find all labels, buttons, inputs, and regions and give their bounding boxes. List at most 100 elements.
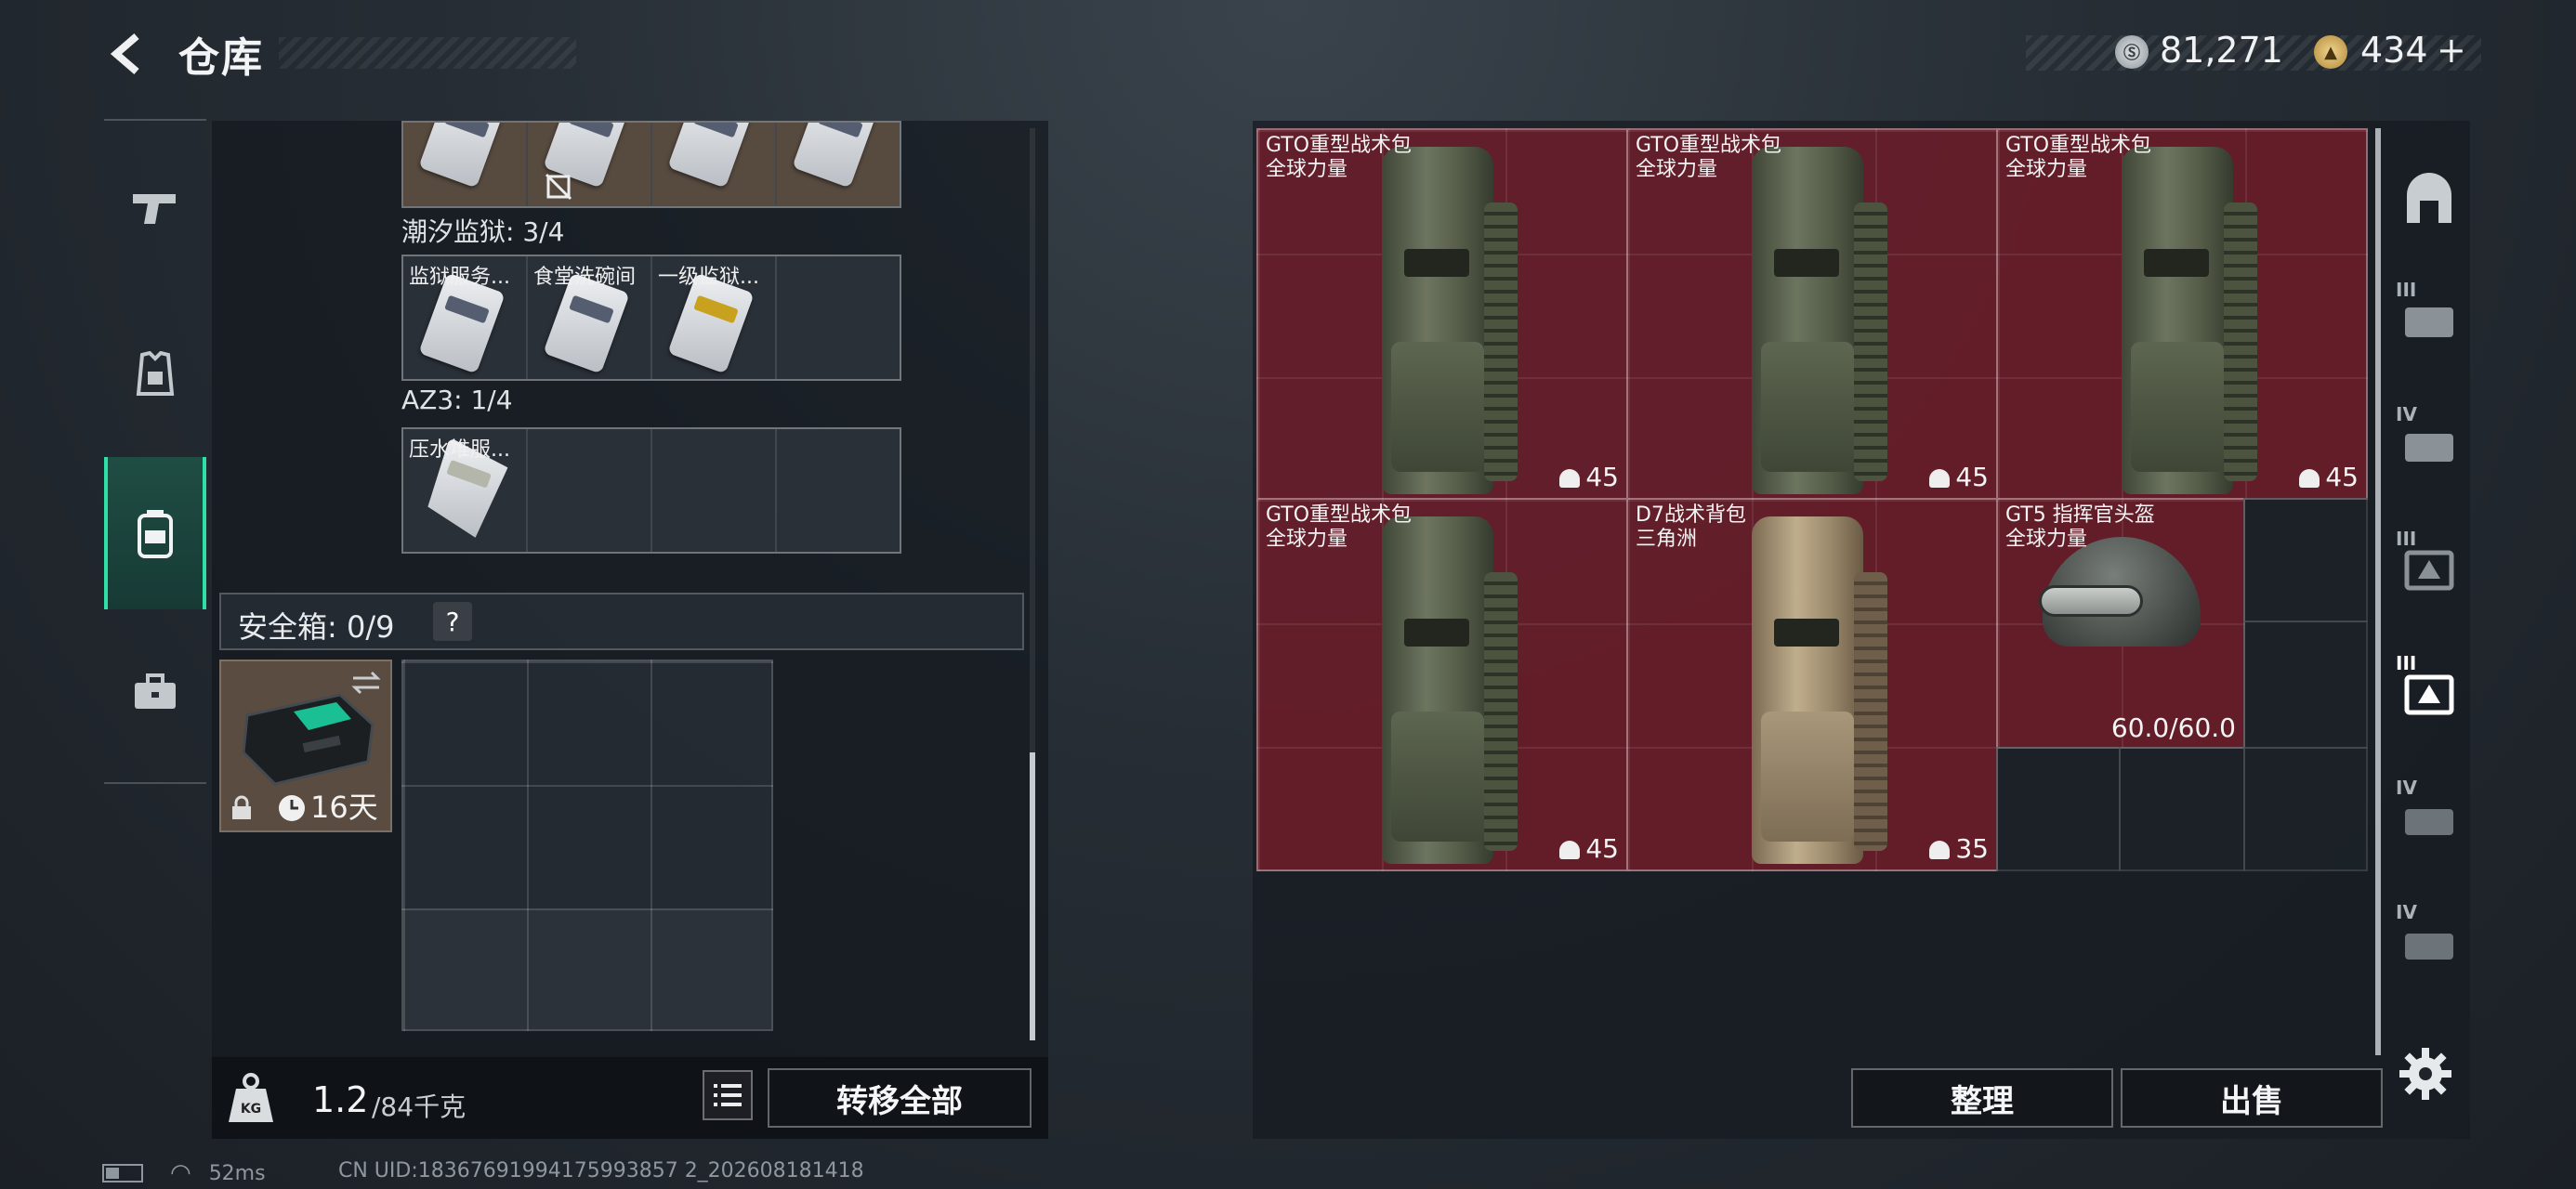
kg-label: KG (241, 1102, 261, 1117)
wifi-icon: ◠ (170, 1159, 191, 1187)
gold-coin-icon: ▲ (2314, 35, 2347, 69)
nav-backpack[interactable] (104, 457, 206, 609)
section-title-az3: AZ3: 1/4 (401, 385, 513, 415)
back-arrow-icon (110, 33, 139, 75)
empty-slot[interactable] (2243, 498, 2368, 622)
sell-button[interactable]: 出售 (2121, 1068, 2383, 1128)
stash-page-3[interactable]: IV (2385, 383, 2474, 505)
transfer-all-button[interactable]: 转移全部 (768, 1068, 1032, 1128)
item-name: GTO重型战术包 全球力量 (1266, 503, 1413, 551)
help-button[interactable]: ? (433, 602, 472, 641)
empty-slot[interactable] (2243, 621, 2368, 749)
key-grid-az3: 压水堆服... (401, 427, 901, 554)
key-card-slot[interactable]: 一级监狱... (652, 256, 775, 379)
item-label: 监狱服务... (409, 266, 510, 289)
stash-item[interactable]: GTO重型战术包 全球力量 45 (1256, 128, 1628, 500)
stash-page-main[interactable] (2385, 139, 2474, 262)
item-name: GTO重型战术包 全球力量 (1266, 134, 1413, 181)
safe-box-grid[interactable] (401, 660, 773, 1031)
stash-page-7[interactable]: IV (2385, 881, 2474, 1003)
nav-armor[interactable] (104, 323, 206, 425)
item-label: 压水堆服... (409, 438, 510, 462)
settings-button[interactable] (2398, 1046, 2463, 1111)
back-button[interactable] (100, 26, 156, 82)
empty-slot[interactable] (2243, 747, 2368, 871)
item-name: D7战术背包 三角洲 (1636, 503, 1746, 551)
key-card-slot[interactable] (403, 123, 526, 206)
stash-item[interactable]: GT5 指挥官头盔 全球力量 60.0/60.0 (1996, 498, 2245, 749)
clock-icon (279, 795, 305, 821)
key-card-slot[interactable] (777, 123, 900, 206)
capacity-count: 35 (1929, 833, 1989, 864)
stash-page-4[interactable]: III (2385, 507, 2474, 630)
stash-item[interactable]: GTO重型战术包 全球力量 45 (1996, 128, 2368, 500)
empty-slot[interactable] (777, 256, 900, 379)
battery-icon (102, 1164, 143, 1182)
tier-label: IV (2396, 777, 2417, 799)
stash-page-6[interactable]: IV (2385, 756, 2474, 879)
gear-case-icon (2404, 674, 2454, 715)
key-card-slot[interactable]: 监狱服务... (403, 256, 526, 379)
stash-scrollbar[interactable] (2375, 128, 2381, 1055)
sort-button[interactable]: 整理 (1851, 1068, 2113, 1128)
safe-box-label: 安全箱: 0/9 (238, 609, 395, 645)
weight-current: 1.2 (312, 1079, 369, 1120)
stash-page-5[interactable]: III (2385, 632, 2474, 754)
silver-amount: 81,271 (2160, 30, 2283, 71)
safe-case-icon (242, 693, 375, 786)
stash-item[interactable]: D7战术背包 三角洲 35 (1626, 498, 1998, 871)
backpack-icon (1363, 516, 1521, 864)
vault-icon (2407, 173, 2451, 223)
gold-amount: 434 (2360, 30, 2428, 71)
list-icon (714, 1084, 742, 1106)
key-card-slot[interactable] (652, 123, 775, 206)
keycard-icon (667, 123, 755, 189)
backpack-icon (1733, 147, 1891, 494)
capacity-count: 45 (2299, 462, 2359, 492)
ammo-case-icon (2405, 434, 2453, 462)
tier-label: III (2396, 528, 2417, 550)
player-uid: CN UID:18367691994175993857 2_2026081814… (338, 1159, 864, 1182)
stash-item[interactable]: GTO重型战术包 全球力量 45 (1626, 128, 1998, 500)
briefcase-icon (135, 673, 176, 709)
key-card-slot[interactable]: 食堂洗碗间 (528, 256, 651, 379)
empty-slot[interactable] (777, 429, 900, 552)
empty-slot[interactable] (652, 429, 775, 552)
left-scrollbar-thumb[interactable] (1030, 752, 1035, 1040)
item-name: GT5 指挥官头盔 全球力量 (2005, 503, 2155, 551)
nav-briefcase[interactable] (104, 641, 206, 743)
capacity-count: 45 (1559, 833, 1619, 864)
status-bar: ◠ 52ms (102, 1159, 266, 1187)
safe-case-slot[interactable]: 16天 (219, 660, 392, 832)
key-card-slot[interactable]: 压水堆服... (403, 429, 526, 552)
lock-icon (232, 795, 251, 819)
backpack-icon (1363, 147, 1521, 494)
add-currency-button[interactable]: + (2437, 30, 2466, 71)
ping-value: 52ms (208, 1161, 266, 1185)
backpack-icon (2103, 147, 2261, 494)
item-name: GTO重型战术包 全球力量 (2005, 134, 2152, 181)
durability: 60.0/60.0 (2110, 712, 2236, 743)
key-card-slot[interactable] (528, 123, 651, 206)
stash-page-2[interactable]: III (2385, 258, 2474, 381)
list-view-button[interactable] (703, 1070, 753, 1120)
keycard-icon (418, 123, 506, 189)
tier-label: III (2396, 652, 2417, 674)
empty-slot[interactable] (2119, 747, 2245, 871)
weight-max: /84千克 (372, 1091, 467, 1122)
capacity-count: 45 (1559, 462, 1619, 492)
item-label: 一级监狱... (658, 266, 759, 289)
empty-slot[interactable] (528, 429, 651, 552)
keycard-icon (792, 123, 879, 189)
silver-coin-icon: Ⓢ (2115, 35, 2149, 69)
stash-grid: GTO重型战术包 全球力量 45 GTO重型战术包 全球力量 45 GTO重型战术包… (1256, 128, 2368, 871)
gear-icon (2399, 1048, 2451, 1100)
armor-vest-icon (136, 351, 175, 396)
stash-item[interactable]: GTO重型战术包 全球力量 45 (1256, 498, 1628, 871)
backpack-icon (138, 510, 173, 558)
nav-weapons[interactable] (104, 158, 206, 260)
key-row-top (401, 121, 901, 208)
page-title: 仓库 (178, 34, 264, 82)
capacity-count: 45 (1929, 462, 1989, 492)
empty-slot[interactable] (1996, 747, 2121, 871)
